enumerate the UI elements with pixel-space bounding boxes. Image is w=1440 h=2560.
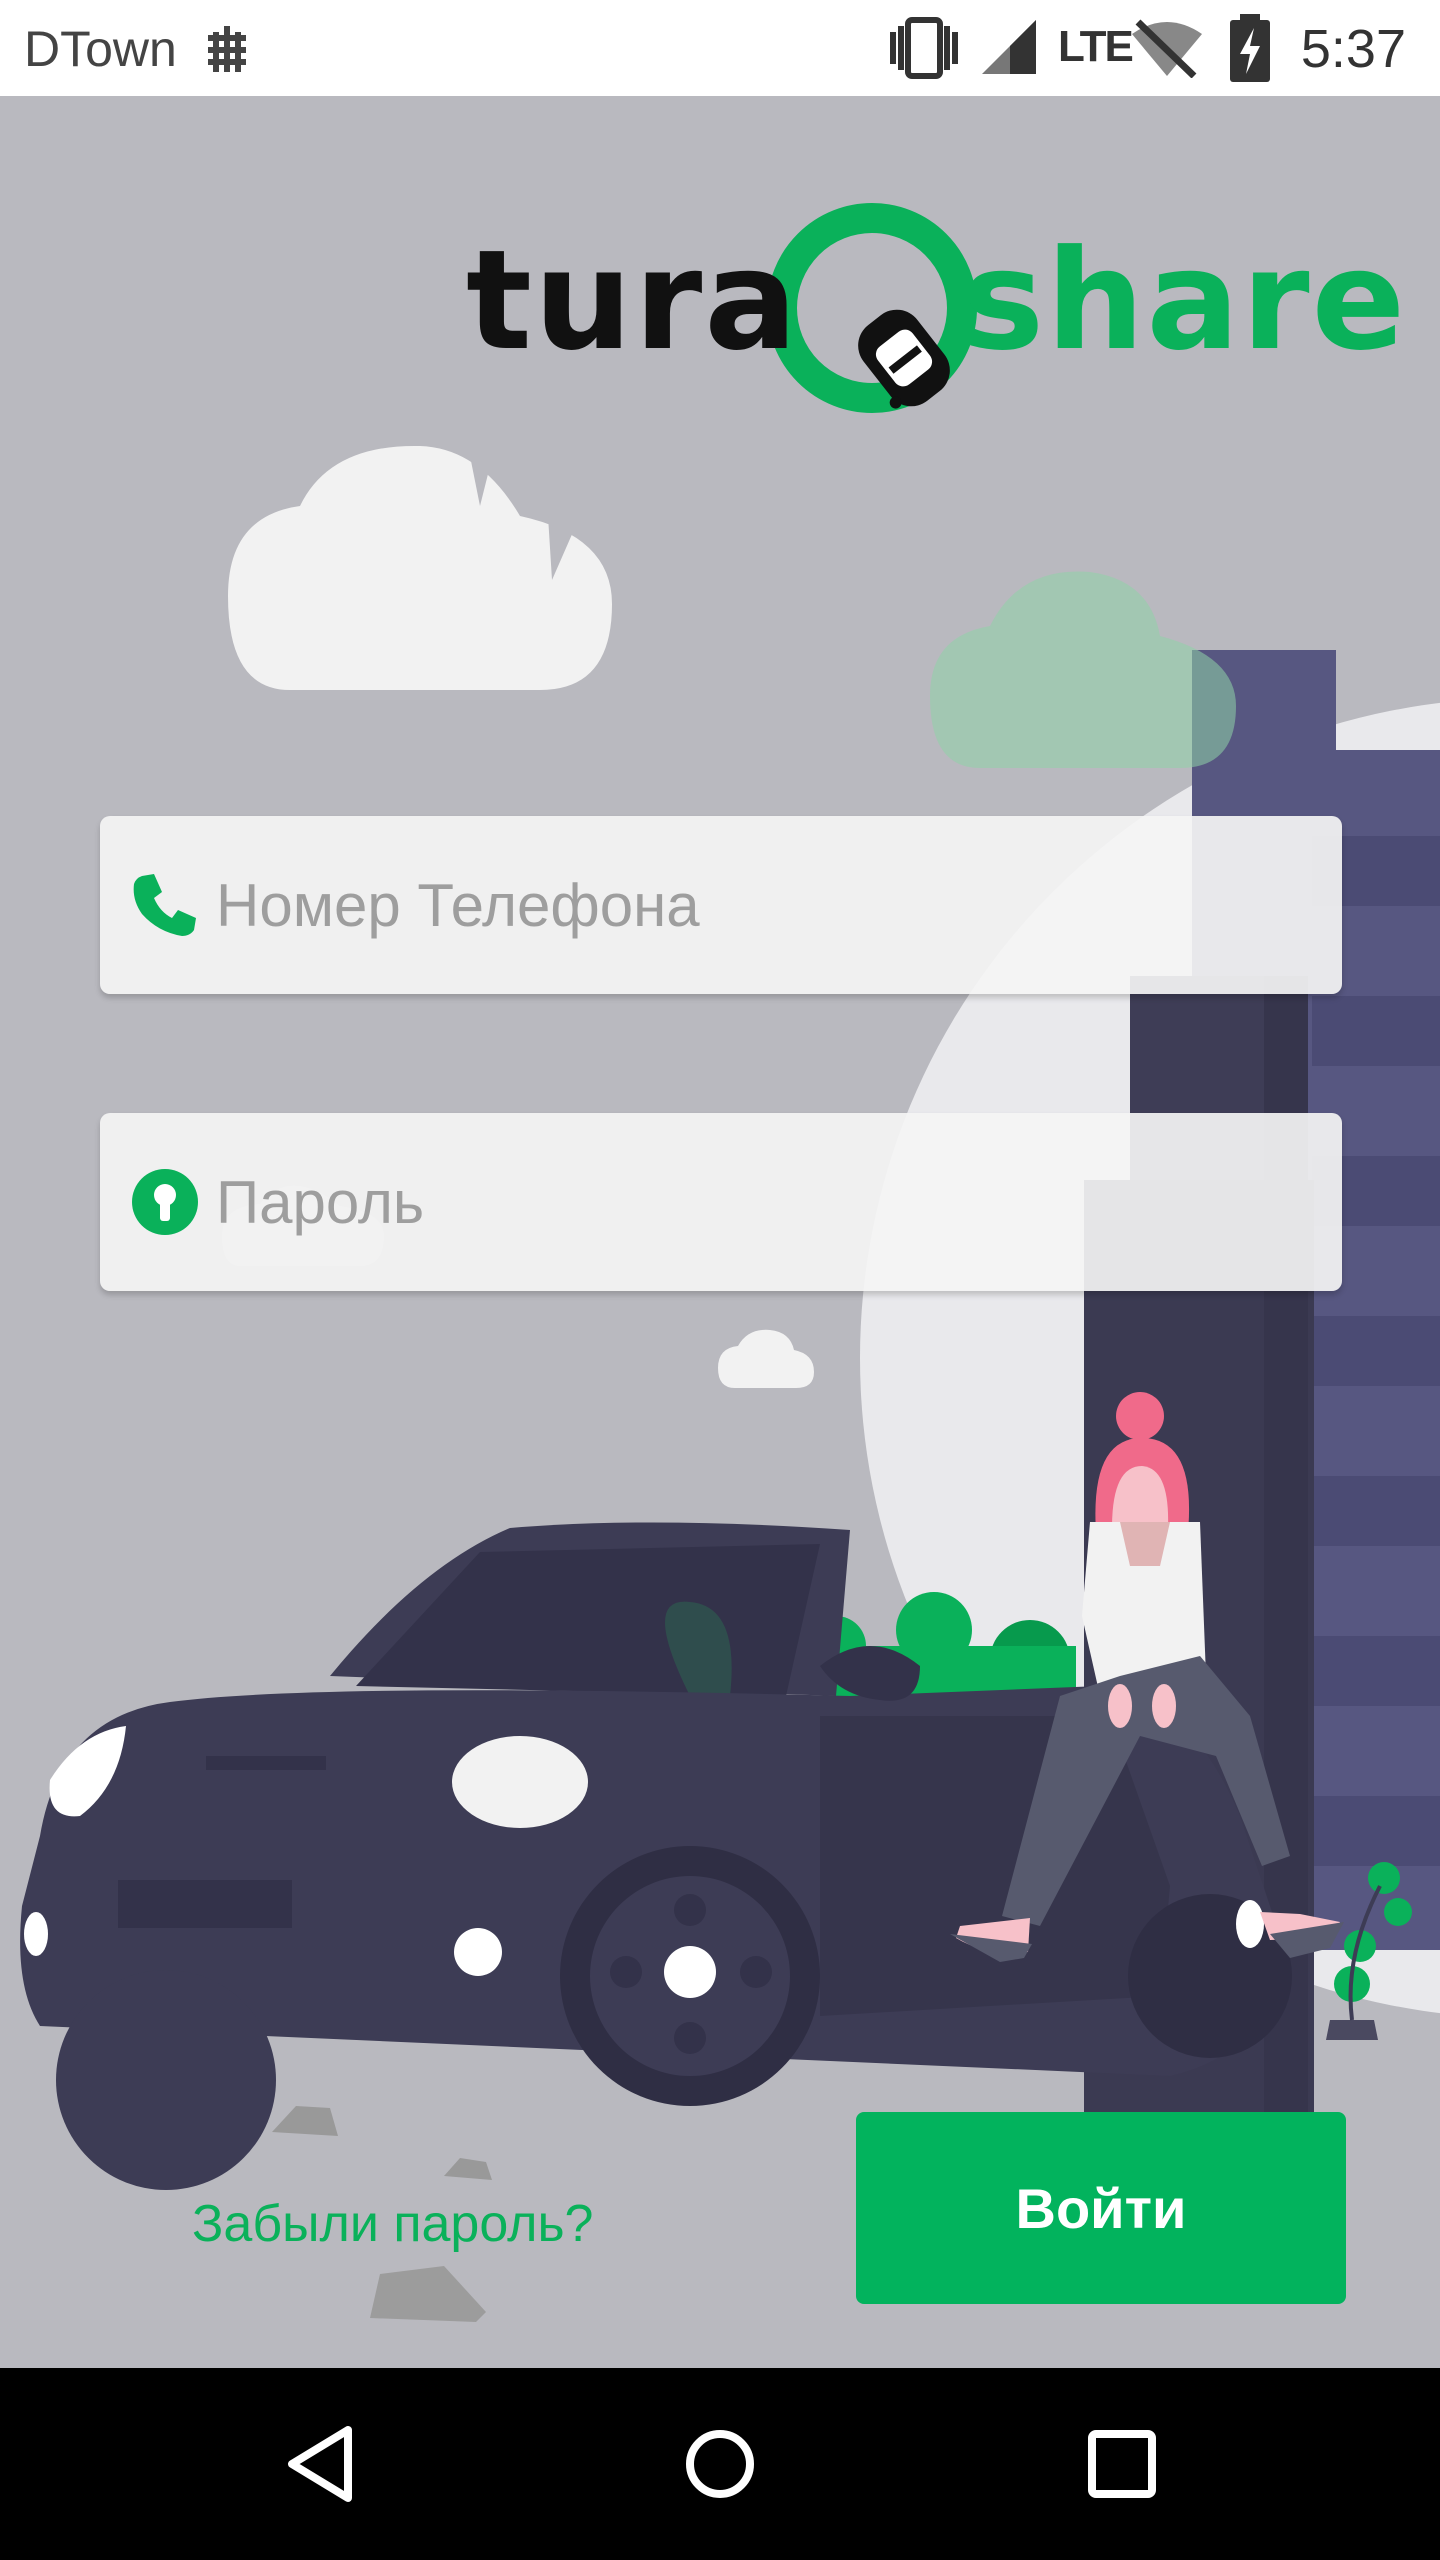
lte-label: LTE xyxy=(1058,22,1134,71)
phone-field[interactable] xyxy=(100,816,1342,994)
cloud-green xyxy=(930,571,1236,768)
login-button[interactable]: Войти xyxy=(856,2112,1346,2304)
app-root: DTown LTE 5:37 tura share Номер Телефона… xyxy=(0,0,1440,2560)
back-icon[interactable] xyxy=(272,2414,372,2514)
logo-text-tura: tura xyxy=(466,220,800,381)
navigation-bar xyxy=(0,2368,1440,2560)
password-input[interactable] xyxy=(216,1113,1316,1291)
forgot-password-link[interactable]: Забыли пароль? xyxy=(192,2194,593,2254)
signal-icon xyxy=(982,20,1036,74)
status-bar: DTown LTE 5:37 xyxy=(0,0,1440,96)
battery-charging-icon xyxy=(1230,14,1270,82)
rock xyxy=(444,2158,492,2180)
rock xyxy=(272,2106,338,2136)
wifi-off-icon xyxy=(1132,19,1202,78)
vibrate-icon xyxy=(890,17,958,79)
phone-input[interactable] xyxy=(216,816,1316,994)
car-in-ring-icon xyxy=(767,203,977,413)
phone-icon xyxy=(133,874,196,936)
dtown-network-icon xyxy=(208,26,246,72)
carrier-name: DTown xyxy=(24,21,177,77)
password-field[interactable] xyxy=(100,1113,1342,1291)
rock xyxy=(370,2266,486,2322)
cloud-small xyxy=(718,1329,814,1388)
home-icon[interactable] xyxy=(670,2414,770,2514)
recents-icon[interactable] xyxy=(1072,2414,1172,2514)
logo-text-share: share xyxy=(962,220,1408,381)
keyhole-icon xyxy=(132,1169,198,1235)
clock: 5:37 xyxy=(1300,19,1406,79)
login-screen: tura share Забыли пароль? Войти xyxy=(0,96,1440,2368)
